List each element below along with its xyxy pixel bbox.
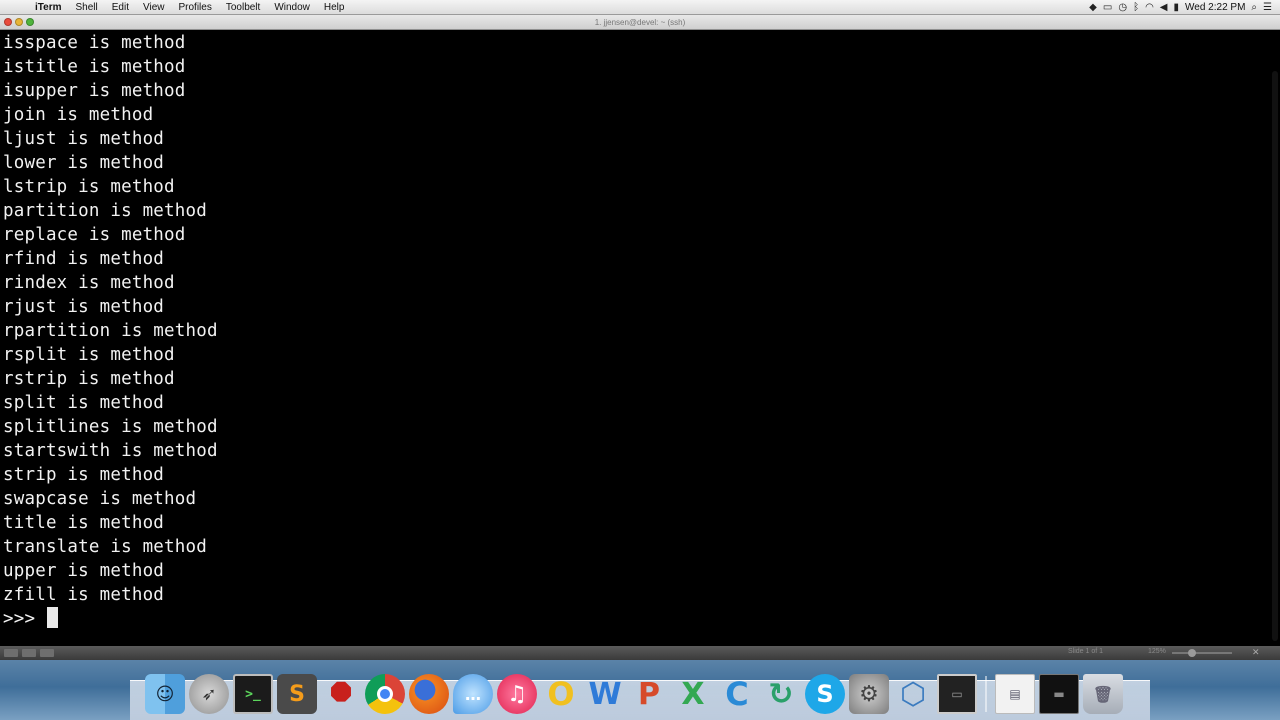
battery-icon[interactable]: ▭: [1103, 0, 1112, 15]
terminal-scrollbar[interactable]: [1272, 71, 1278, 641]
dock-screen-capture-icon[interactable]: ▭: [937, 674, 977, 714]
volume-icon[interactable]: ◀: [1160, 0, 1168, 15]
terminal-prompt-line[interactable]: >>>: [3, 607, 1280, 631]
terminal-line: title is method: [3, 513, 165, 533]
dock: ☺ ➶ >_ S ⯃… ♫ O W P X C ↻ S ⚙ ⬡ ▭ ▤ ▬ 🗑: [145, 666, 1127, 714]
spotlight-icon[interactable]: ⌕: [1251, 0, 1257, 15]
close-status-icon[interactable]: ✕: [1252, 647, 1260, 658]
window-titlebar: 1. jjensen@devel: ~ (ssh): [0, 15, 1280, 30]
dock-messages-icon[interactable]: …: [453, 674, 493, 714]
dock-sync-icon[interactable]: ↻: [761, 674, 801, 714]
notification-center-icon[interactable]: ☰: [1263, 0, 1272, 15]
iterm-status-line: Slide 1 of 1 125% ✕: [0, 646, 1280, 660]
menu-item-profiles[interactable]: Profiles: [171, 0, 218, 15]
dock-terminal-icon[interactable]: >_: [233, 674, 273, 714]
zoom-slider-track[interactable]: [1172, 652, 1232, 654]
chrome-center-icon: [377, 686, 393, 702]
terminal-line: rindex is method: [3, 273, 175, 293]
menu-item-shell[interactable]: Shell: [69, 0, 105, 15]
dock-firefox-icon[interactable]: [409, 674, 449, 714]
terminal-line: rsplit is method: [3, 345, 175, 365]
terminal-line: startswith is method: [3, 441, 218, 461]
dock-opera-icon[interactable]: O: [541, 674, 581, 714]
terminal-line: split is method: [3, 393, 165, 413]
terminal-line: istitle is method: [3, 57, 186, 77]
dock-launchpad-icon[interactable]: ➶: [189, 674, 229, 714]
terminal-line: partition is method: [3, 201, 207, 221]
terminal-line: isspace is method: [3, 33, 186, 53]
status-left-buttons: [4, 649, 54, 657]
menu-status-area: ◆ ▭ ◷ ᛒ ◠ ◀ ▮ Wed 2:22 PM ⌕ ☰: [1089, 0, 1280, 15]
text-cursor: [46, 607, 58, 628]
dock-virtualbox-icon[interactable]: ⬡: [893, 674, 933, 714]
dock-powerpoint-icon[interactable]: P: [629, 674, 669, 714]
menu-item-edit[interactable]: Edit: [105, 0, 136, 15]
dock-skype-icon[interactable]: S: [805, 674, 845, 714]
menu-item-window[interactable]: Window: [267, 0, 317, 15]
zoom-level: 125%: [1148, 648, 1166, 655]
dock-screen-stack-icon[interactable]: ▬: [1039, 674, 1079, 714]
dock-word-icon[interactable]: W: [585, 674, 625, 714]
terminal-lines: isspace is method istitle is method isuppe…: [3, 31, 1280, 607]
terminal-line: rjust is method: [3, 297, 165, 317]
menu-item-view[interactable]: View: [136, 0, 172, 15]
terminal-line: lower is method: [3, 153, 165, 173]
status-button-1[interactable]: [4, 649, 18, 657]
dock-c-app-icon[interactable]: C: [717, 674, 757, 714]
menu-clock[interactable]: Wed 2:22 PM: [1185, 2, 1245, 13]
terminal-line: rfind is method: [3, 249, 165, 269]
dock-finder-icon[interactable]: ☺: [145, 674, 185, 714]
terminal-line: splitlines is method: [3, 417, 218, 437]
menu-item-toolbelt[interactable]: Toolbelt: [219, 0, 267, 15]
dock-documents-stack-icon[interactable]: ▤: [995, 674, 1035, 714]
terminal-line: isupper is method: [3, 81, 186, 101]
dock-chrome-icon[interactable]: [365, 674, 405, 714]
terminal-line: translate is method: [3, 537, 207, 557]
terminal-line: rstrip is method: [3, 369, 175, 389]
terminal-line: lstrip is method: [3, 177, 175, 197]
slide-position: Slide 1 of 1: [1068, 648, 1104, 655]
dock-excel-icon[interactable]: X: [673, 674, 713, 714]
python-prompt: >>>: [3, 609, 46, 629]
dock-rubymine-icon[interactable]: ⯃: [321, 674, 361, 714]
terminal-line: strip is method: [3, 465, 165, 485]
dock-separator: [985, 676, 987, 712]
dock-itunes-icon[interactable]: ♫: [497, 674, 537, 714]
status-button-2[interactable]: [22, 649, 36, 657]
terminal-line: join is method: [3, 105, 154, 125]
bluetooth-icon[interactable]: ᛒ: [1133, 0, 1139, 15]
terminal-output[interactable]: isspace is method istitle is method isuppe…: [0, 31, 1280, 646]
terminal-line: upper is method: [3, 561, 165, 581]
terminal-line: swapcase is method: [3, 489, 197, 509]
dock-trash-icon[interactable]: 🗑: [1083, 674, 1123, 714]
menu-item-help[interactable]: Help: [317, 0, 352, 15]
terminal-line: ljust is method: [3, 129, 165, 149]
menu-item-app[interactable]: iTerm: [28, 0, 69, 15]
menu-bar: iTerm Shell Edit View Profiles Toolbelt …: [0, 0, 1280, 15]
terminal-line: rpartition is method: [3, 321, 218, 341]
dock-sublime-text-icon[interactable]: S: [277, 674, 317, 714]
dropbox-icon[interactable]: ◆: [1089, 0, 1097, 15]
time-machine-icon[interactable]: ◷: [1118, 0, 1127, 15]
battery-status-icon[interactable]: ▮: [1174, 0, 1180, 15]
zoom-slider-knob[interactable]: [1188, 649, 1196, 657]
dock-system-preferences-icon[interactable]: ⚙: [849, 674, 889, 714]
window-title: 1. jjensen@devel: ~ (ssh): [594, 18, 686, 27]
terminal-line: replace is method: [3, 225, 186, 245]
terminal-line: zfill is method: [3, 585, 165, 605]
wifi-icon[interactable]: ◠: [1145, 0, 1154, 15]
status-button-3[interactable]: [40, 649, 54, 657]
